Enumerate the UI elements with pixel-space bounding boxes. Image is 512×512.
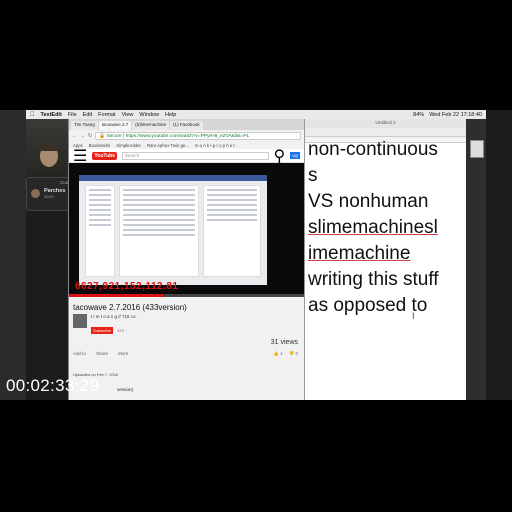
menu-file[interactable]: File	[68, 112, 77, 118]
textedit-toolbar[interactable]	[305, 128, 466, 137]
bookmark-bookmarks[interactable]: Bookmarks	[89, 143, 111, 148]
timecode-overlay: 00:02:33;29	[6, 376, 100, 395]
battery-label[interactable]: 84%	[413, 112, 424, 118]
text-cursor-icon: I	[412, 311, 415, 321]
tab-strip: Tim Toang tacowave 2.7 (5)limemachine (1…	[69, 119, 304, 130]
chrome-window: Tim Toang tacowave 2.7 (5)limemachine (1…	[68, 119, 305, 400]
doc-line-3: VS nonhuman	[308, 191, 429, 212]
video-progress-bar[interactable]	[69, 294, 305, 297]
channel-avatar[interactable]	[73, 314, 87, 328]
doc-line-7: as opposed to	[308, 295, 428, 316]
caller-avatar	[31, 189, 40, 198]
doc-line-6: writing this stuff	[308, 269, 439, 290]
fb-feed-column	[119, 185, 199, 277]
bookmark-aphex[interactable]: Rare Aphex Twin ge...	[147, 143, 189, 148]
desktop-right-edge	[466, 119, 486, 400]
address-bar-row: ← → ↻ 🔒 Secure | https://www.youtube.com…	[69, 130, 304, 141]
call-duration: 00:57	[44, 194, 55, 199]
address-input[interactable]: 🔒 Secure | https://www.youtube.com/watch…	[95, 131, 301, 140]
lock-icon: 🔒	[99, 133, 106, 139]
reload-icon[interactable]: ↻	[88, 133, 92, 139]
channel-row: t i m t o a n g // 718 co. Subscribe 372	[73, 314, 137, 337]
video-overlay-text: 6627,921,152,112.81	[75, 281, 179, 292]
bookmarks-bar: Apps Bookmarks SimpleAdder Rare Aphex Tw…	[69, 141, 304, 149]
more-button[interactable]: More	[118, 351, 128, 356]
webcam-feed	[26, 119, 68, 177]
video-actions: Add to Share More	[73, 351, 128, 356]
mac-menubar:  TextEdit File Edit Format View Window …	[26, 110, 486, 119]
subscriber-count: 372	[117, 328, 124, 333]
like-count: 1	[280, 351, 283, 356]
tab-1[interactable]: Tim Toang	[71, 121, 98, 130]
bookmark-monk[interactable]: m o n k • p r o p h e t	[195, 143, 235, 148]
subscribe-button[interactable]: Subscribe	[91, 327, 113, 334]
doc-line-1: non-continuous	[308, 139, 438, 160]
fb-header-bar	[79, 175, 267, 181]
youtube-logo[interactable]: YouTube	[92, 151, 117, 160]
dislike-count: 0	[295, 351, 298, 356]
description-fragment: version)	[117, 387, 134, 392]
view-count: 31 views	[270, 339, 298, 346]
menu-window[interactable]: Window	[139, 112, 159, 118]
channel-name[interactable]: t i m t o a n g // 718 co.	[91, 314, 137, 319]
dislike-button[interactable]: 👎 0	[289, 351, 298, 357]
person-hair	[40, 143, 58, 151]
menu-app-name[interactable]: TextEdit	[41, 112, 62, 118]
menu-help[interactable]: Help	[165, 112, 176, 118]
doc-line-2: s	[308, 165, 318, 186]
thumbs-up-icon: 👍	[273, 351, 279, 356]
add-to-button[interactable]: Add to	[73, 351, 86, 356]
fb-left-column	[85, 185, 115, 277]
video-frame-facebook	[79, 175, 267, 285]
bookmark-simpleadder[interactable]: SimpleAdder	[116, 143, 141, 148]
doc-line-4: slimemachinesl	[308, 217, 438, 238]
tab-3[interactable]: (5)limemachine	[132, 121, 170, 130]
tab-4[interactable]: (1) Facebook	[170, 121, 203, 130]
textedit-title: Untitled 2	[305, 119, 466, 128]
video-title: tacowave 2.7.2016 (433version)	[73, 303, 187, 312]
upload-button[interactable]: Up	[290, 152, 300, 159]
menu-clock[interactable]: Wed Feb 22 17:18:40	[429, 112, 482, 118]
background-window[interactable]	[470, 140, 484, 158]
url-text: https://www.youtube.com/watch?v=PPyrH8_e…	[125, 133, 250, 139]
textedit-document[interactable]: non-continuous s VS nonhuman slimemachin…	[305, 137, 466, 319]
menu-edit[interactable]: Edit	[83, 112, 92, 118]
like-button[interactable]: 👍 1	[273, 351, 282, 357]
desktop-background	[0, 110, 26, 400]
youtube-search-input[interactable]: Search	[122, 151, 269, 160]
youtube-header: ☰ YouTube Search ⚲ Up	[69, 148, 304, 165]
secure-label: Secure	[106, 133, 122, 139]
forward-icon[interactable]: →	[80, 133, 85, 139]
recorded-screen:  TextEdit File Edit Format View Window …	[0, 110, 512, 400]
share-button[interactable]: Share	[96, 351, 108, 356]
fb-right-column	[203, 185, 261, 277]
tab-2[interactable]: tacowave 2.7	[98, 121, 132, 130]
apple-icon[interactable]: 	[30, 112, 35, 118]
video-player[interactable]: 6627,921,152,112.81	[69, 163, 305, 297]
thumbs-down-icon: 👎	[288, 351, 295, 356]
menu-view[interactable]: View	[122, 112, 134, 118]
back-icon[interactable]: ←	[72, 133, 77, 139]
menu-format[interactable]: Format	[98, 112, 115, 118]
doc-line-5: imemachine	[308, 243, 411, 264]
like-dislike: 👍 1 👎 0	[273, 351, 298, 357]
textedit-window: Untitled 2 non-continuous s VS nonhuman …	[304, 119, 466, 400]
